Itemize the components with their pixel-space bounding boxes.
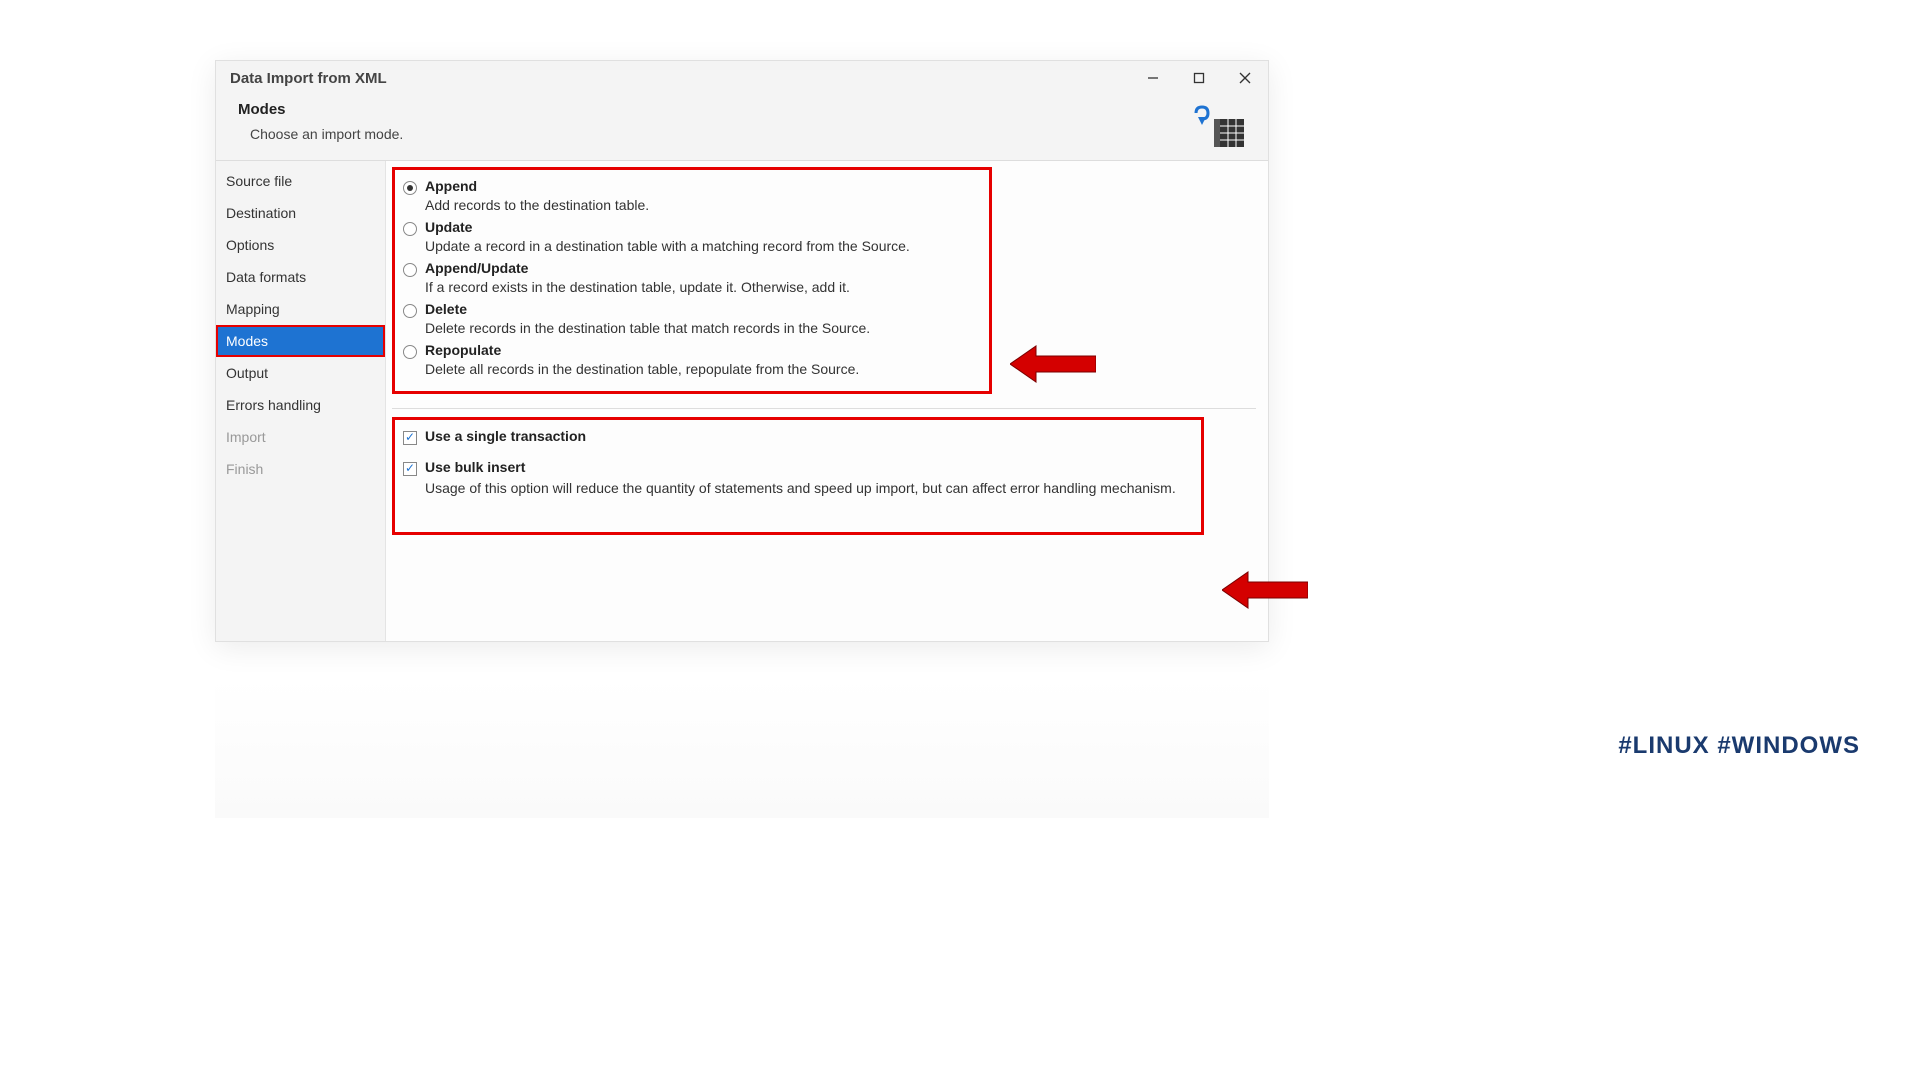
sidebar: Source file Destination Options Data for…: [216, 161, 386, 641]
radio-desc-delete: Delete records in the destination table …: [425, 320, 981, 336]
radio-row-repopulate[interactable]: Repopulate: [403, 342, 981, 359]
import-icon: [1192, 105, 1246, 156]
check-label-single-transaction: Use a single transaction: [425, 428, 586, 444]
page-heading: Modes: [238, 101, 1246, 118]
radio-row-append-update[interactable]: Append/Update: [403, 260, 981, 277]
radio-label-update: Update: [425, 219, 472, 235]
sidebar-item-finish: Finish: [216, 453, 385, 485]
sidebar-item-mapping[interactable]: Mapping: [216, 293, 385, 325]
checkbox-single-transaction[interactable]: [403, 431, 417, 445]
sidebar-item-options[interactable]: Options: [216, 229, 385, 261]
check-row-bulk-insert[interactable]: Use bulk insert: [403, 459, 1193, 476]
sidebar-item-source-file[interactable]: Source file: [216, 165, 385, 197]
radio-desc-append: Add records to the destination table.: [425, 197, 981, 213]
modes-highlight-box: Append Add records to the destination ta…: [392, 167, 992, 394]
minimize-icon: [1147, 72, 1159, 84]
radio-row-append[interactable]: Append: [403, 178, 981, 195]
minimize-button[interactable]: [1130, 61, 1176, 95]
radio-label-delete: Delete: [425, 301, 467, 317]
checkbox-bulk-insert[interactable]: [403, 462, 417, 476]
radio-label-append: Append: [425, 178, 477, 194]
close-icon: [1239, 72, 1251, 84]
separator: [392, 408, 1256, 409]
radio-row-update[interactable]: Update: [403, 219, 981, 236]
radio-delete[interactable]: [403, 304, 417, 318]
reflection-effect: [215, 678, 1269, 818]
radio-update[interactable]: [403, 222, 417, 236]
radio-row-delete[interactable]: Delete: [403, 301, 981, 318]
sidebar-item-data-formats[interactable]: Data formats: [216, 261, 385, 293]
sidebar-item-import: Import: [216, 421, 385, 453]
radio-label-repopulate: Repopulate: [425, 342, 501, 358]
maximize-button[interactable]: [1176, 61, 1222, 95]
check-row-single-transaction[interactable]: Use a single transaction: [403, 428, 1193, 445]
sidebar-item-modes[interactable]: Modes: [216, 325, 385, 357]
close-button[interactable]: [1222, 61, 1268, 95]
page-subheading: Choose an import mode.: [238, 126, 1246, 142]
maximize-icon: [1193, 72, 1205, 84]
window-title: Data Import from XML: [230, 70, 387, 87]
radio-repopulate[interactable]: [403, 345, 417, 359]
radio-label-append-update: Append/Update: [425, 260, 528, 276]
hashtags: #LINUX #WINDOWS: [1618, 732, 1860, 760]
import-dialog: Data Import from XML Modes Choose an imp…: [215, 60, 1269, 642]
options-highlight-box: Use a single transaction Use bulk insert…: [392, 417, 1204, 535]
radio-append[interactable]: [403, 181, 417, 195]
window-controls: [1130, 61, 1268, 95]
sidebar-item-errors-handling[interactable]: Errors handling: [216, 389, 385, 421]
radio-append-update[interactable]: [403, 263, 417, 277]
radio-desc-repopulate: Delete all records in the destination ta…: [425, 361, 981, 377]
titlebar[interactable]: Data Import from XML: [216, 61, 1268, 95]
radio-desc-update: Update a record in a destination table w…: [425, 238, 981, 254]
radio-desc-append-update: If a record exists in the destination ta…: [425, 279, 981, 295]
check-desc-bulk-insert: Usage of this option will reduce the qua…: [425, 480, 1193, 496]
dialog-body: Source file Destination Options Data for…: [216, 161, 1268, 641]
sidebar-item-output[interactable]: Output: [216, 357, 385, 389]
check-label-bulk-insert: Use bulk insert: [425, 459, 525, 475]
sidebar-item-destination[interactable]: Destination: [216, 197, 385, 229]
annotation-arrow-modes: [1010, 340, 1096, 388]
main-panel: Append Add records to the destination ta…: [386, 161, 1268, 641]
header-section: Modes Choose an import mode.: [216, 95, 1268, 161]
annotation-arrow-options: [1222, 566, 1308, 614]
